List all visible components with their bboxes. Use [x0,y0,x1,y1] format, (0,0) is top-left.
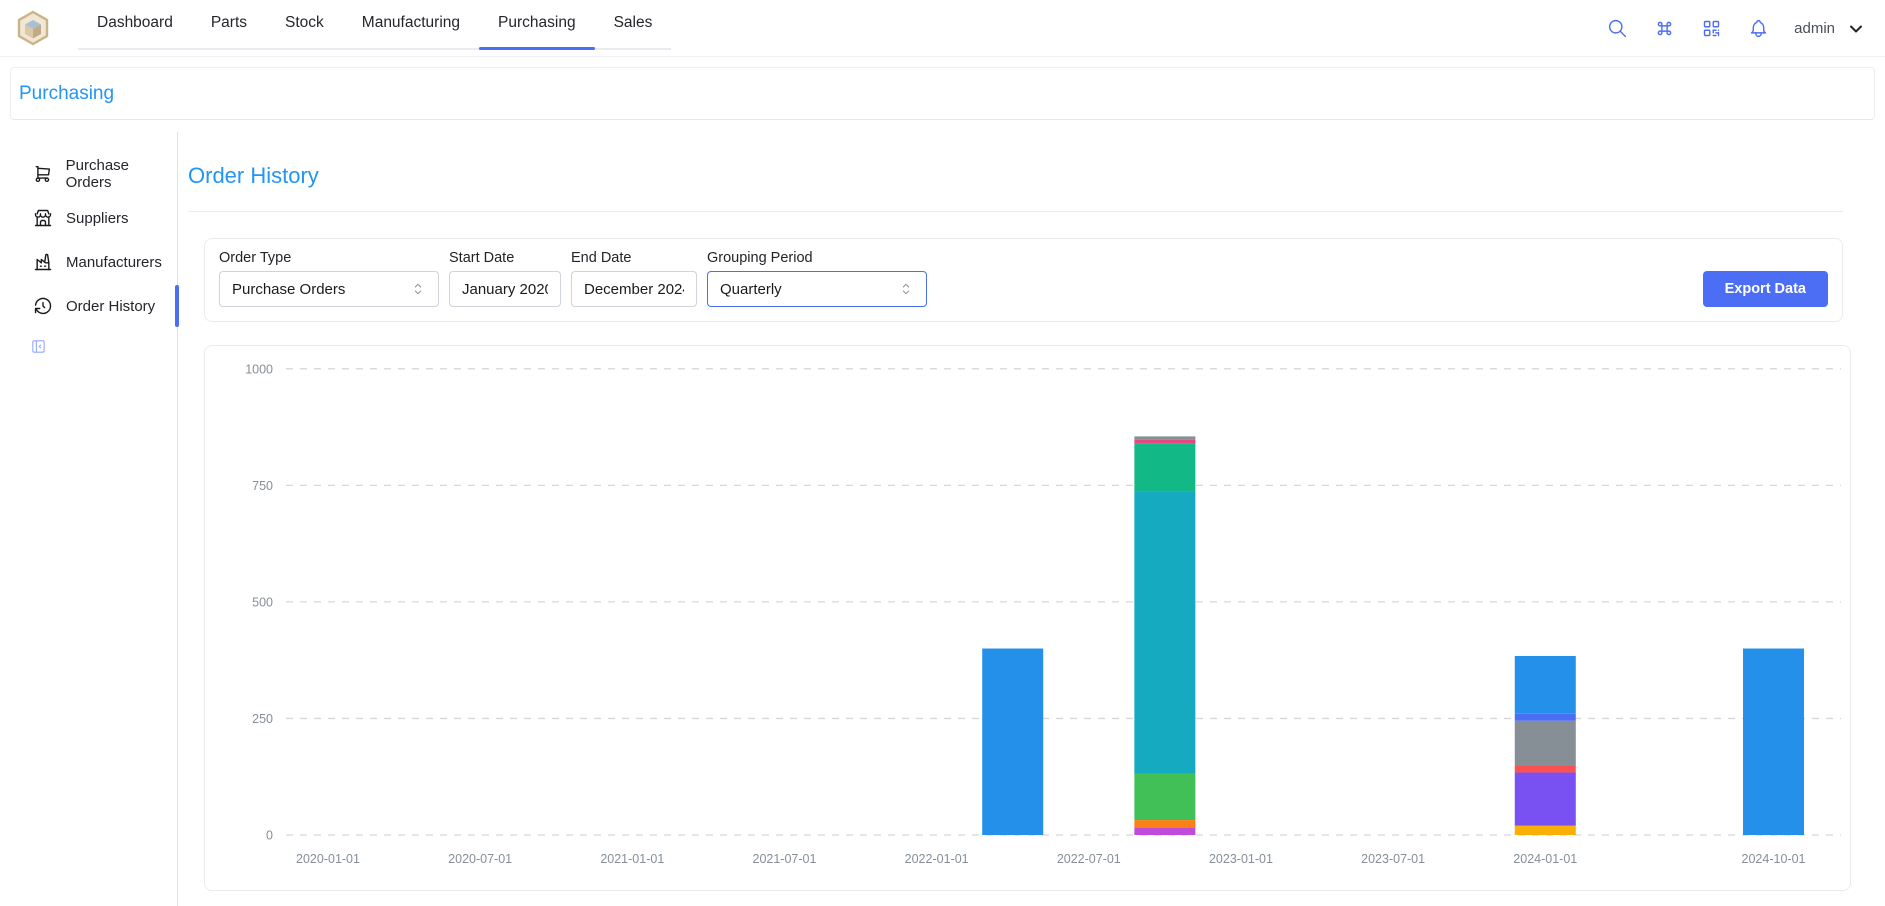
app-logo[interactable] [14,9,52,47]
sidebar-item-manufacturers[interactable]: Manufacturers [0,240,177,284]
start-date-input[interactable] [449,271,561,307]
bar-segment[interactable] [1134,440,1195,444]
user-menu[interactable]: admin [1794,18,1867,40]
inventree-logo-icon [15,10,51,46]
bell-icon[interactable] [1747,18,1769,40]
history-icon [33,296,53,316]
user-name: admin [1794,20,1835,37]
y-tick-label: 250 [252,712,273,726]
search-icon[interactable] [1606,18,1628,40]
sidebar-item-label: Suppliers [66,210,129,227]
tab-dashboard[interactable]: Dashboard [78,0,192,48]
x-tick-label: 2022-07-01 [1057,852,1121,866]
bar-segment[interactable] [1743,649,1804,835]
tab-parts[interactable]: Parts [192,0,266,48]
header-actions: admin [1606,0,1867,57]
building-store-icon [33,208,53,228]
x-tick-label: 2022-01-01 [905,852,969,866]
filter-field-order-type: Order Type Purchase Orders [219,250,439,310]
sidebar: Purchase Orders Suppliers Manufacturers Ord… [0,132,178,906]
sidebar-item-suppliers[interactable]: Suppliers [0,196,177,240]
main-panel: Order History Order Type Purchase Orders S… [179,132,1885,906]
page-title-bar: Purchasing [10,67,1875,120]
sidebar-item-label: Order History [66,298,155,315]
order-type-select[interactable]: Purchase Orders [219,271,439,307]
sidebar-item-purchase-orders[interactable]: Purchase Orders [0,152,177,196]
order-type-label: Order Type [219,250,439,266]
bar-segment[interactable] [1134,491,1195,773]
order-history-title: Order History [188,163,1885,189]
page-title: Purchasing [19,83,114,105]
bar-segment[interactable] [1515,714,1576,721]
grouping-period-label: Grouping Period [707,250,927,266]
chevron-down-icon [1845,18,1867,40]
x-tick-label: 2020-07-01 [448,852,512,866]
grouping-period-select[interactable]: Quarterly [707,271,927,307]
order-type-value: Purchase Orders [232,281,345,298]
chevron-down-icon [1846,19,1866,39]
chart-card: 0 250 500 750 1000 2020-01-01 2020-07-01 2021-0… [204,345,1851,891]
x-tick-label: 2024-01-01 [1513,852,1577,866]
x-tick-label: 2023-07-01 [1361,852,1425,866]
app-header: DashboardPartsStockManufacturingPurchasi… [0,0,1885,57]
selector-icon [410,281,426,297]
export-data-button[interactable]: Export Data [1703,271,1828,307]
tab-purchasing[interactable]: Purchasing [479,0,595,48]
bar-segment[interactable] [1134,443,1195,491]
y-tick-label: 0 [266,829,273,843]
bar-segment[interactable] [1515,656,1576,714]
order-history-chart: 0 250 500 750 1000 2020-01-01 2020-07-01 2021-0… [205,346,1850,890]
bell-icon [1748,18,1769,39]
filter-field-grouping-period: Grouping Period Quarterly [707,250,927,310]
main-tabs: DashboardPartsStockManufacturingPurchasi… [78,0,671,50]
bar-segment[interactable] [982,649,1043,835]
tab-manufacturing[interactable]: Manufacturing [343,0,479,48]
x-tick-label: 2021-07-01 [753,852,817,866]
x-tick-label: 2023-01-01 [1209,852,1273,866]
start-date-label: Start Date [449,250,561,266]
qrcode-icon[interactable] [1700,18,1722,40]
section-divider [188,211,1843,212]
x-tick-label: 2020-01-01 [296,852,360,866]
tab-sales[interactable]: Sales [595,0,672,48]
sidebar-collapse-icon [30,338,47,355]
qrcode-icon [1701,18,1722,39]
bar-segment[interactable] [1134,436,1195,439]
sidebar-collapse-button[interactable] [30,338,52,360]
sidebar-items: Purchase Orders Suppliers Manufacturers Ord… [0,132,177,328]
command-icon [1654,18,1675,39]
grouping-period-value: Quarterly [720,281,782,298]
bar-segment[interactable] [1515,766,1576,773]
tab-stock[interactable]: Stock [266,0,343,48]
filters-card: Order Type Purchase Orders Start Date End D… [204,238,1843,322]
end-date-input[interactable] [571,271,697,307]
command-icon[interactable] [1653,18,1675,40]
filter-field-end-date: End Date [571,250,697,310]
bar-segment[interactable] [1134,773,1195,820]
bar-segment[interactable] [1515,773,1576,826]
y-tick-label: 500 [252,595,273,609]
building-factory-icon [33,252,53,272]
shopping-cart-icon [33,164,53,184]
bar-segment[interactable] [1515,721,1576,766]
x-tick-label: 2024-10-01 [1742,852,1806,866]
end-date-label: End Date [571,250,697,266]
x-tick-label: 2021-01-01 [600,852,664,866]
search-icon [1607,18,1628,39]
y-tick-label: 750 [252,479,273,493]
sidebar-item-order-history[interactable]: Order History [0,284,177,328]
sidebar-item-label: Purchase Orders [66,157,177,191]
filter-field-start-date: Start Date [449,250,561,310]
bar-segment[interactable] [1515,826,1576,835]
bar-segment[interactable] [1134,828,1195,835]
bar-segment[interactable] [1134,820,1195,828]
sidebar-item-label: Manufacturers [66,254,162,271]
selector-icon [898,281,914,297]
y-tick-label: 1000 [245,362,273,376]
